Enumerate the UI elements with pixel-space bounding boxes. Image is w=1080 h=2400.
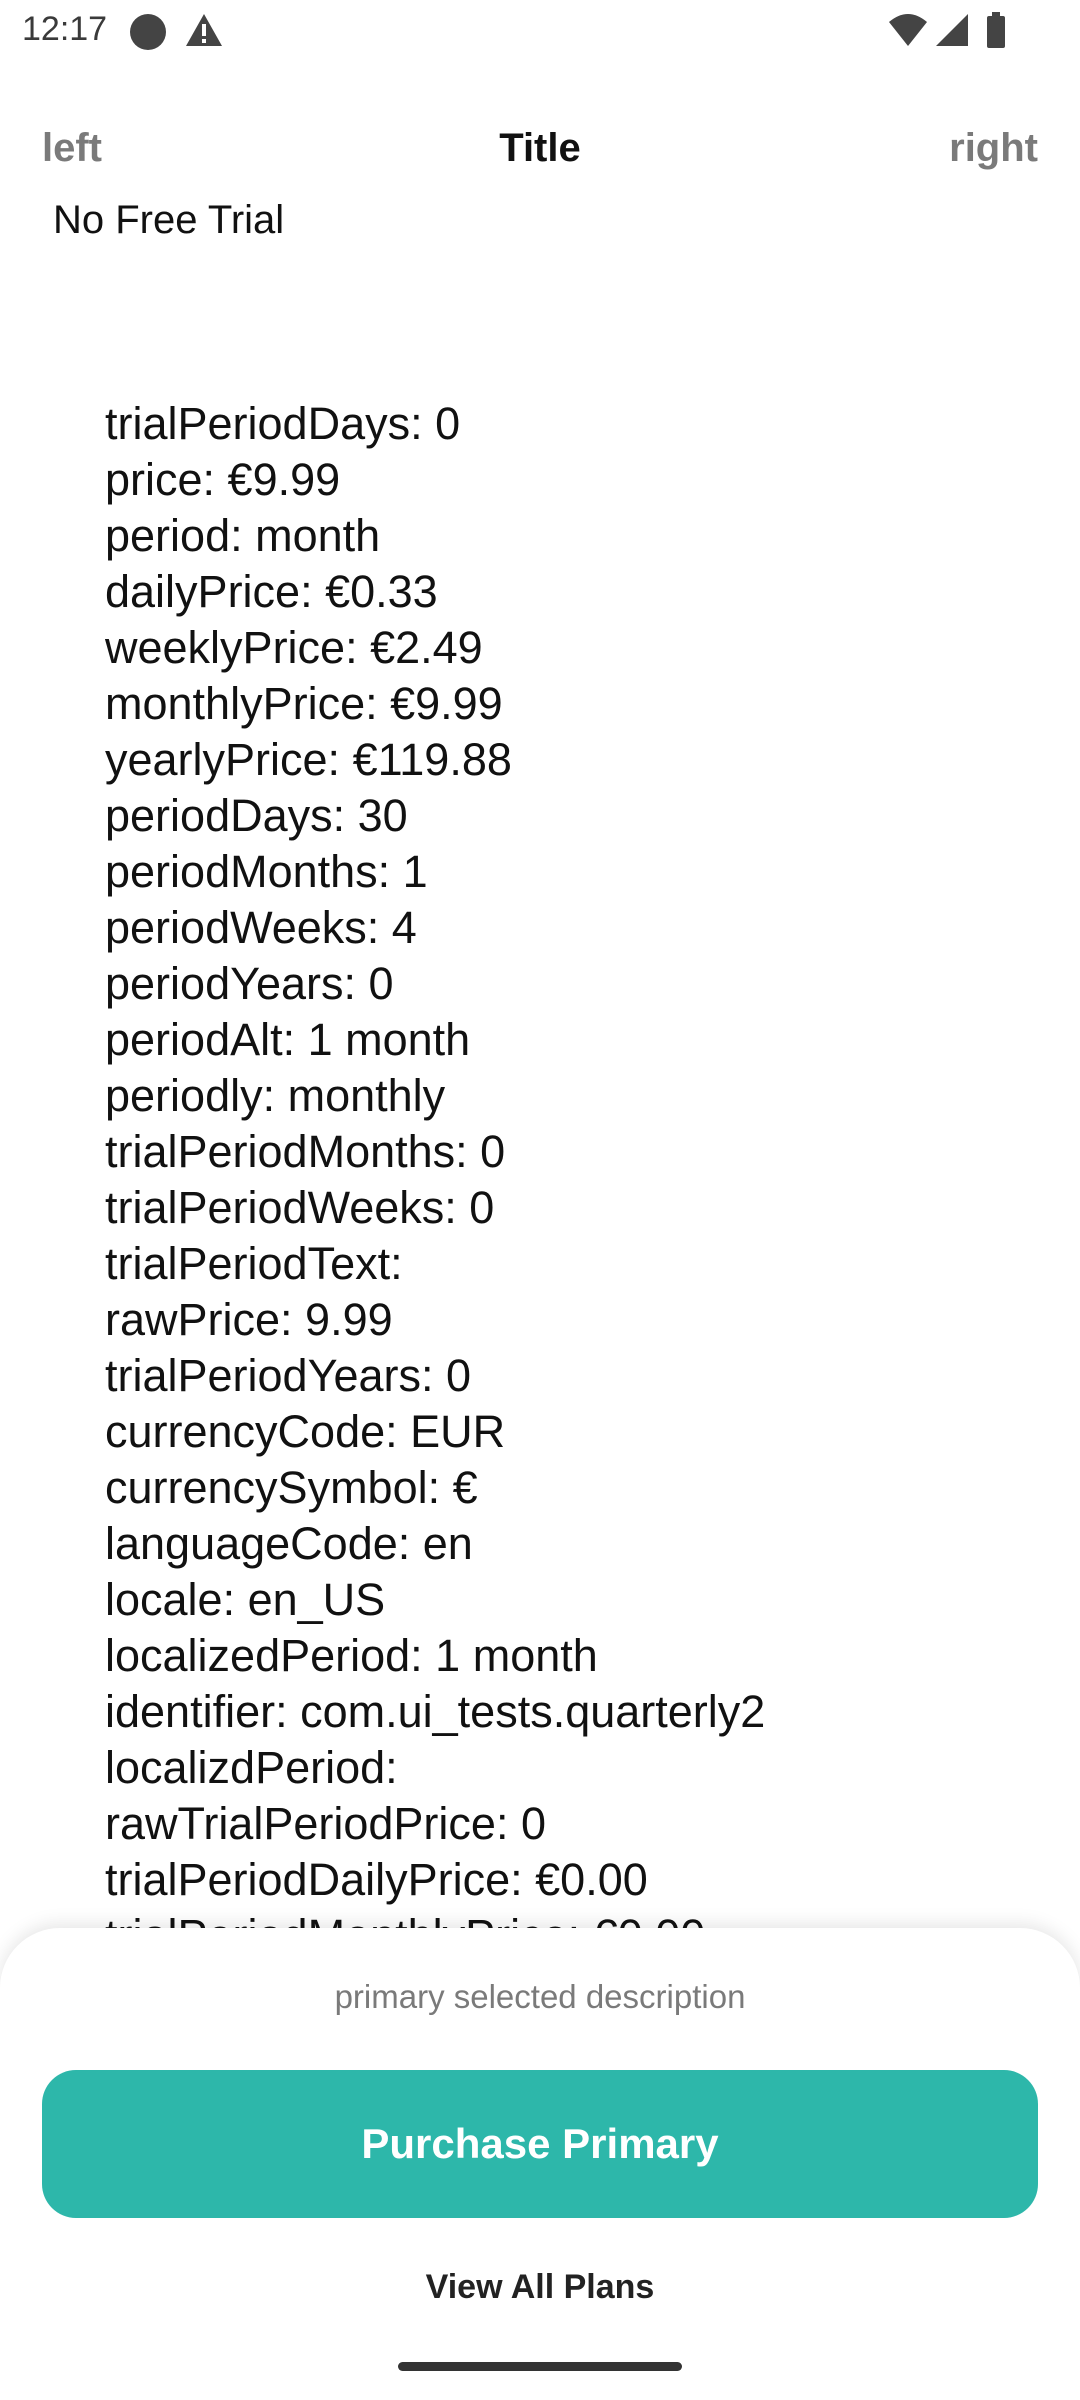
detail-line: trialPeriodDays: 0 xyxy=(105,398,461,449)
nav-right-button[interactable]: right xyxy=(949,126,1038,171)
detail-line: periodAlt: 1 month xyxy=(105,1014,471,1065)
home-indicator[interactable] xyxy=(398,2362,682,2371)
notification-dot-icon xyxy=(130,14,166,50)
detail-line: rawPrice: 9.99 xyxy=(105,1294,393,1345)
detail-line: periodWeeks: 4 xyxy=(105,902,417,953)
status-time: 12:17 xyxy=(22,10,108,48)
status-bar: 12:17 xyxy=(0,0,1080,64)
detail-line: trialPeriodText: xyxy=(105,1238,403,1289)
detail-line: locale: en_US xyxy=(105,1574,386,1625)
view-all-plans-button[interactable]: View All Plans xyxy=(0,2268,1080,2307)
detail-line: trialPeriodYears: 0 xyxy=(105,1350,472,1401)
detail-line: trialPeriodMonthlyPrice: €0.00 xyxy=(105,1908,1045,1928)
detail-line: yearlyPrice: €119.88 xyxy=(105,734,512,785)
detail-line: currencySymbol: € xyxy=(105,1462,478,1513)
bottom-sheet: primary selected description Purchase Pr… xyxy=(0,1928,1080,2400)
detail-line: dailyPrice: €0.33 xyxy=(105,566,438,617)
page-title: Title xyxy=(499,126,581,170)
detail-line: price: €9.99 xyxy=(105,454,341,505)
detail-line: periodMonths: 1 xyxy=(105,846,428,897)
detail-line: languageCode: en xyxy=(105,1518,473,1569)
detail-line: periodYears: 0 xyxy=(105,958,394,1009)
detail-line: localizdPeriod: xyxy=(105,1742,398,1793)
detail-line: trialPeriodDailyPrice: €0.00 xyxy=(105,1854,648,1905)
warning-icon xyxy=(186,14,222,46)
detail-line: localizedPeriod: 1 month xyxy=(105,1630,598,1681)
detail-line: period: month xyxy=(105,510,381,561)
detail-line: trialPeriodMonths: 0 xyxy=(105,1126,506,1177)
detail-line: weeklyPrice: €2.49 xyxy=(105,622,483,673)
detail-line: periodly: monthly xyxy=(105,1070,446,1121)
detail-line: identifier: com.ui_tests.quarterly2 xyxy=(105,1686,766,1737)
wifi-icon xyxy=(889,14,927,46)
battery-icon xyxy=(987,12,1005,48)
detail-line: periodDays: 30 xyxy=(105,790,408,841)
detail-line: currencyCode: EUR xyxy=(105,1406,506,1457)
detail-line: trialPeriodWeeks: 0 xyxy=(105,1182,495,1233)
selected-plan-description: primary selected description xyxy=(334,1978,746,2015)
purchase-primary-button[interactable]: Purchase Primary xyxy=(42,2070,1038,2218)
detail-line: monthlyPrice: €9.99 xyxy=(105,678,503,729)
paywall-screen: 12:17 left Title right No Free Trial tri… xyxy=(0,0,1080,2400)
detail-line: rawTrialPeriodPrice: 0 xyxy=(105,1798,546,1849)
product-details-list: trialPeriodDays: 0 price: €9.99 period: … xyxy=(105,396,1045,1928)
signal-icon xyxy=(936,14,968,46)
trial-label: No Free Trial xyxy=(53,198,285,242)
